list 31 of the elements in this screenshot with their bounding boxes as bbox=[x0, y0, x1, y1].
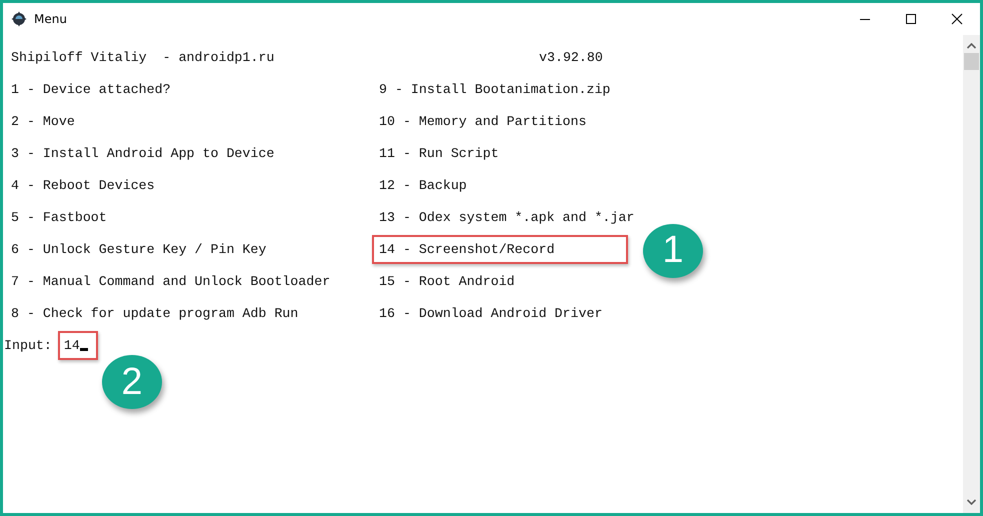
maximize-icon[interactable] bbox=[905, 13, 917, 25]
menu-option: 6 - Unlock Gesture Key / Pin Key bbox=[11, 242, 266, 256]
scroll-up-icon[interactable] bbox=[967, 43, 976, 49]
menu-option: 16 - Download Android Driver bbox=[379, 306, 602, 320]
close-icon[interactable] bbox=[951, 13, 963, 25]
author-text: Shipiloff Vitaliy - androidp1.ru bbox=[11, 50, 274, 64]
menu-option: 8 - Check for update program Adb Run bbox=[11, 306, 298, 320]
menu-option: 13 - Odex system *.apk and *.jar bbox=[379, 210, 634, 224]
scrollbar[interactable] bbox=[963, 35, 980, 513]
menu-option: 5 - Fastboot bbox=[11, 210, 107, 224]
menu-option: 9 - Install Bootanimation.zip bbox=[379, 82, 610, 96]
menu-option: 12 - Backup bbox=[379, 178, 467, 192]
menu-option: 3 - Install Android App to Device bbox=[11, 146, 274, 160]
input-label: Input: bbox=[4, 338, 52, 352]
window-title: Menu bbox=[34, 12, 67, 26]
menu-option: 1 - Device attached? bbox=[11, 82, 171, 96]
version-text: v3.92.80 bbox=[539, 50, 603, 64]
menu-option: 15 - Root Android bbox=[379, 274, 515, 288]
menu-option: 14 - Screenshot/Record bbox=[372, 234, 628, 264]
step-number-badge: 2 bbox=[102, 355, 162, 409]
scrollbar-thumb[interactable] bbox=[964, 53, 979, 70]
menu-option: 11 - Run Script bbox=[379, 146, 499, 160]
input-field[interactable]: 14 bbox=[58, 330, 98, 360]
cursor-icon bbox=[80, 348, 88, 350]
menu-option: 4 - Reboot Devices bbox=[11, 178, 155, 192]
step-number-badge: 1 bbox=[643, 224, 703, 278]
scroll-down-icon[interactable] bbox=[967, 499, 976, 505]
menu-option: 10 - Memory and Partitions bbox=[379, 114, 586, 128]
menu-option: 7 - Manual Command and Unlock Bootloader bbox=[11, 274, 330, 288]
menu-option: 2 - Move bbox=[11, 114, 75, 128]
app-icon bbox=[11, 11, 27, 27]
